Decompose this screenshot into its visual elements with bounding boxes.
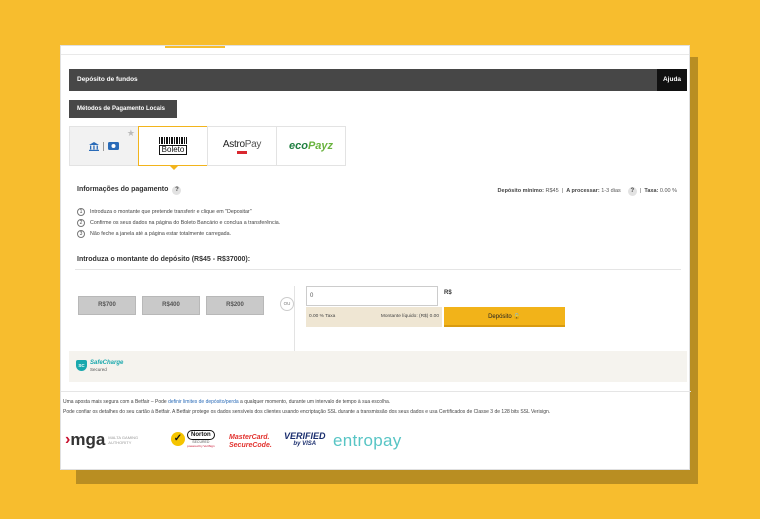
help-icon[interactable]: ? bbox=[172, 186, 182, 195]
visa-verified-text: VERIFIED bbox=[284, 431, 326, 441]
local-payment-methods-button[interactable]: Métodos de Pagamento Locais bbox=[69, 100, 177, 118]
preset-700-button[interactable]: R$700 bbox=[78, 296, 136, 315]
norton-name: Norton bbox=[187, 430, 215, 440]
payment-info-title: Informações do pagamento? bbox=[77, 186, 182, 195]
norton-logo: ✓ Norton SECURED powered by VeriSign bbox=[171, 430, 215, 448]
payment-limits: Depósito mínimo: R$45 | A processar: 1-3… bbox=[497, 187, 677, 196]
divider bbox=[75, 269, 681, 270]
processing-value: 1-3 dias bbox=[601, 188, 621, 194]
list-item: 2 Confirme os seus dados na página do Bol… bbox=[77, 217, 280, 228]
help-button[interactable]: Ajuda bbox=[657, 69, 687, 91]
step-text: Confirme os seus dados na página do Bole… bbox=[90, 219, 281, 226]
mga-logo-text: mga bbox=[70, 430, 106, 449]
norton-powered: powered by VeriSign bbox=[187, 444, 215, 448]
star-icon[interactable]: ★ bbox=[127, 128, 135, 139]
ecopayz-logo-text-a: eco bbox=[288, 140, 308, 152]
fee-text: 0.00 % Taxa bbox=[309, 314, 336, 319]
step-number: 1 bbox=[77, 207, 85, 216]
preset-400-button[interactable]: R$400 bbox=[142, 296, 200, 315]
boleto-logo-text: Boleto bbox=[158, 145, 188, 155]
mastercard-text: MasterCard. bbox=[229, 434, 270, 441]
min-deposit-label: Depósito mínimo: bbox=[497, 188, 544, 194]
responsible-gambling-text: Uma aposta mais segura com a Betfair – P… bbox=[63, 399, 390, 405]
astropay-logo-text-b: Pay bbox=[244, 138, 262, 150]
step-text: Introduza o montante que pretende transf… bbox=[90, 208, 252, 215]
fee-summary: 0.00 % Taxa Montante líquido: (R$) 0.00 bbox=[306, 307, 442, 327]
min-deposit-value: R$45 bbox=[545, 188, 559, 194]
icon-separator bbox=[103, 141, 104, 151]
securecode-text: SecureCode. bbox=[229, 442, 272, 449]
page-title: Depósito de fundos bbox=[77, 76, 138, 83]
safecharge-name: SafeCharge bbox=[90, 360, 124, 366]
payment-method-tabs: ★ Boleto AstroPay ecoPayz bbox=[69, 126, 346, 170]
step-number: 2 bbox=[77, 218, 85, 227]
astropay-card-icon bbox=[237, 150, 247, 154]
shield-icon: SC bbox=[76, 360, 87, 371]
deposit-limits-link[interactable]: definir limites de depósito/perda bbox=[168, 399, 239, 405]
safecharge-banner: SC SafeCharge Secured bbox=[69, 351, 687, 382]
fee-value: 0.00 % bbox=[659, 188, 677, 194]
panel-header: Depósito de fundos Ajuda bbox=[69, 69, 687, 91]
mga-logo: › mga MALTA GAMING AUTHORITY bbox=[65, 430, 152, 449]
safecharge-sub: Secured bbox=[90, 367, 107, 372]
active-tab-indicator bbox=[165, 46, 225, 48]
barcode-icon bbox=[159, 137, 187, 144]
entropay-logo: entropay bbox=[333, 431, 402, 450]
visa-by-text: by VISA bbox=[293, 441, 317, 447]
mastercard-securecode-logo: MasterCard. SecureCode. bbox=[229, 434, 272, 450]
security-text: Pode confiar os detalhes do seu cartão à… bbox=[63, 409, 551, 415]
processing-label: A processar: bbox=[566, 188, 600, 194]
amount-input[interactable]: 0 bbox=[306, 286, 438, 306]
or-badge: OU bbox=[280, 297, 294, 311]
list-item: 1 Introduza o montante que pretende trans… bbox=[77, 206, 280, 217]
footer-divider bbox=[61, 391, 691, 392]
net-amount-text: Montante líquido: (R$) 0.00 bbox=[380, 314, 439, 319]
fee-label: Taxa: bbox=[644, 188, 659, 194]
preset-200-button[interactable]: R$200 bbox=[206, 296, 264, 315]
footer-line1-post: a qualquer momento, durante um intervalo… bbox=[238, 399, 391, 405]
checkmark-icon: ✓ bbox=[171, 432, 185, 446]
deposit-button[interactable]: Depósito 🔒 bbox=[444, 307, 565, 327]
method-astropay[interactable]: AstroPay bbox=[207, 126, 277, 166]
instructions-list: 1 Introduza o montante que pretende trans… bbox=[77, 206, 280, 239]
preset-amounts: R$700 R$400 R$200 bbox=[78, 296, 264, 315]
processing-help-icon[interactable]: ? bbox=[627, 187, 637, 196]
payment-info-title-text: Informações do pagamento bbox=[77, 186, 169, 193]
method-boleto[interactable]: Boleto bbox=[138, 126, 208, 170]
card-icon bbox=[108, 142, 119, 150]
boleto-logo: Boleto bbox=[158, 137, 188, 155]
method-ecopayz[interactable]: ecoPayz bbox=[276, 126, 346, 166]
trust-logos: › mga MALTA GAMING AUTHORITY ✓ Norton SE… bbox=[65, 428, 465, 460]
bank-icon bbox=[89, 141, 99, 151]
currency-label: R$ bbox=[444, 290, 452, 296]
verified-by-visa-logo: VERIFIED by VISA bbox=[284, 432, 326, 448]
step-number: 3 bbox=[77, 229, 85, 238]
list-item: 3 Não feche a janela até a página estar t… bbox=[77, 228, 280, 239]
method-bank-transfer[interactable]: ★ bbox=[69, 126, 139, 166]
deposit-panel: Depósito de fundos Ajuda Métodos de Paga… bbox=[60, 45, 691, 470]
astropay-logo: AstroPay bbox=[223, 139, 261, 154]
footer-line1-pre: Uma aposta mais segura com a Betfair – P… bbox=[63, 399, 169, 405]
ecopayz-logo-text-b: Payz bbox=[307, 140, 334, 152]
top-divider bbox=[61, 54, 689, 55]
amount-title: Introduza o montante do depósito (R$45 -… bbox=[77, 256, 251, 263]
mga-authority-text: MALTA GAMING AUTHORITY bbox=[108, 435, 139, 445]
astropay-logo-text-a: Astro bbox=[222, 138, 245, 150]
ecopayz-logo: ecoPayz bbox=[289, 140, 333, 152]
step-text: Não feche a janela até a página estar to… bbox=[90, 230, 232, 237]
